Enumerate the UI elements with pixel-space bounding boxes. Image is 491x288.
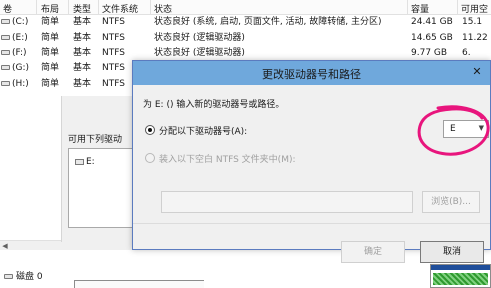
cell-status: 状态良好 (逻辑驱动器) (154, 33, 245, 43)
ok-button[interactable]: 确定 (341, 241, 405, 263)
cell-type: 基本 (73, 17, 92, 27)
column-header-free[interactable]: 可用空 (461, 2, 491, 15)
cell-volume: (C:) (12, 17, 29, 27)
cell-volume: (F:) (12, 48, 27, 58)
column-header-filesystem[interactable]: 文件系统 (102, 2, 148, 15)
folder-path-input[interactable] (161, 191, 413, 213)
cell-volume: (H:) (12, 79, 29, 89)
list-item-label: E: (86, 157, 95, 167)
cell-free: 6. (462, 48, 471, 58)
cell-capacity: 24.41 GB (411, 17, 453, 27)
drive-icon (1, 65, 10, 70)
partition-hatch (433, 273, 488, 285)
table-row[interactable]: (C:) 简单 基本 NTFS 状态良好 (系统, 启动, 页面文件, 活动, … (0, 16, 491, 28)
cancel-button[interactable]: 取消 (420, 241, 484, 263)
table-row[interactable]: (E:) 简单 基本 NTFS 状态良好 (逻辑驱动器) 14.65 GB 11… (0, 32, 491, 44)
disk-icon (4, 274, 13, 279)
drive-icon (75, 159, 84, 165)
cell-type: 基本 (73, 63, 92, 73)
mount-folder-label[interactable]: 装入以下空白 NTFS 文件夹中(M): (159, 152, 296, 165)
dialog-divider (133, 223, 490, 224)
disk-label-text: 磁盘 0 (16, 272, 43, 282)
assign-letter-radio[interactable] (145, 125, 155, 135)
browse-button[interactable]: 浏览(B)... (422, 191, 480, 213)
cell-layout: 简单 (41, 17, 60, 27)
cell-status: 状态良好 (逻辑驱动器) (154, 48, 245, 58)
cell-status: 状态良好 (系统, 启动, 页面文件, 活动, 故障转储, 主分区) (154, 17, 382, 27)
partition-block-active[interactable] (430, 264, 491, 288)
volume-list-header: 卷 布局 类型 文件系统 状态 容量 可用空 (0, 0, 491, 15)
dialog-intro-text: 为 E: () 输入新的驱动器号或路径。 (143, 100, 285, 110)
disk-label: 磁盘 0 (4, 269, 43, 282)
dialog-body: 为 E: () 输入新的驱动器号或路径。 分配以下驱动器号(A): E ▼ 装入… (133, 85, 490, 263)
cell-layout: 简单 (41, 63, 60, 73)
drive-icon (1, 19, 10, 24)
cell-type: 基本 (73, 33, 92, 43)
column-header-layout[interactable]: 布局 (41, 2, 65, 15)
cell-type: 基本 (73, 48, 92, 58)
cell-type: 基本 (73, 79, 92, 89)
drive-letter-value: E (450, 124, 456, 134)
cell-filesystem: NTFS (102, 63, 125, 73)
parent-dialog-label: 可用下列驱动 (68, 135, 123, 145)
close-icon[interactable]: ✕ (470, 65, 484, 79)
chevron-down-icon: ▼ (478, 124, 484, 132)
cell-free: 15.1 (462, 17, 483, 27)
cell-filesystem: NTFS (102, 17, 125, 27)
cell-layout: 简单 (41, 33, 60, 43)
drive-icon (1, 50, 10, 55)
assign-letter-label[interactable]: 分配以下驱动器号(A): (159, 124, 247, 137)
partition-header-bar (431, 265, 490, 270)
drive-icon (1, 81, 10, 86)
cell-volume: (E:) (12, 33, 28, 43)
cell-capacity: 14.65 GB (411, 33, 453, 43)
table-row[interactable]: (F:) 简单 基本 NTFS 状态良好 (逻辑驱动器) 9.77 GB 6. (0, 47, 491, 59)
column-header-capacity[interactable]: 容量 (411, 2, 451, 15)
drive-letter-select[interactable]: E ▼ (443, 120, 489, 138)
column-header-volume[interactable]: 卷 (3, 2, 29, 15)
column-header-type[interactable]: 类型 (73, 2, 95, 15)
list-item[interactable]: E: (75, 157, 95, 167)
partition-block[interactable] (74, 280, 204, 288)
column-header-status[interactable]: 状态 (154, 2, 194, 15)
dialog-title-bar[interactable]: 更改驱动器号和路径 ✕ (133, 61, 490, 85)
cell-filesystem: NTFS (102, 79, 125, 89)
cell-layout: 简单 (41, 79, 60, 89)
cell-volume: (G:) (12, 63, 30, 73)
cell-filesystem: NTFS (102, 48, 125, 58)
cell-capacity: 9.77 GB (411, 48, 448, 58)
cell-free: 11.22 (462, 33, 488, 43)
cell-filesystem: NTFS (102, 33, 125, 43)
scroll-left-icon[interactable]: ◀ (0, 241, 10, 251)
cell-layout: 简单 (41, 48, 60, 58)
drive-icon (1, 35, 10, 40)
change-drive-letter-dialog: 更改驱动器号和路径 ✕ 为 E: () 输入新的驱动器号或路径。 分配以下驱动器… (132, 60, 491, 263)
parent-dialog: 可用下列驱动 E: (61, 96, 148, 242)
mount-folder-radio[interactable] (145, 153, 155, 163)
dialog-title: 更改驱动器号和路径 (262, 68, 361, 81)
